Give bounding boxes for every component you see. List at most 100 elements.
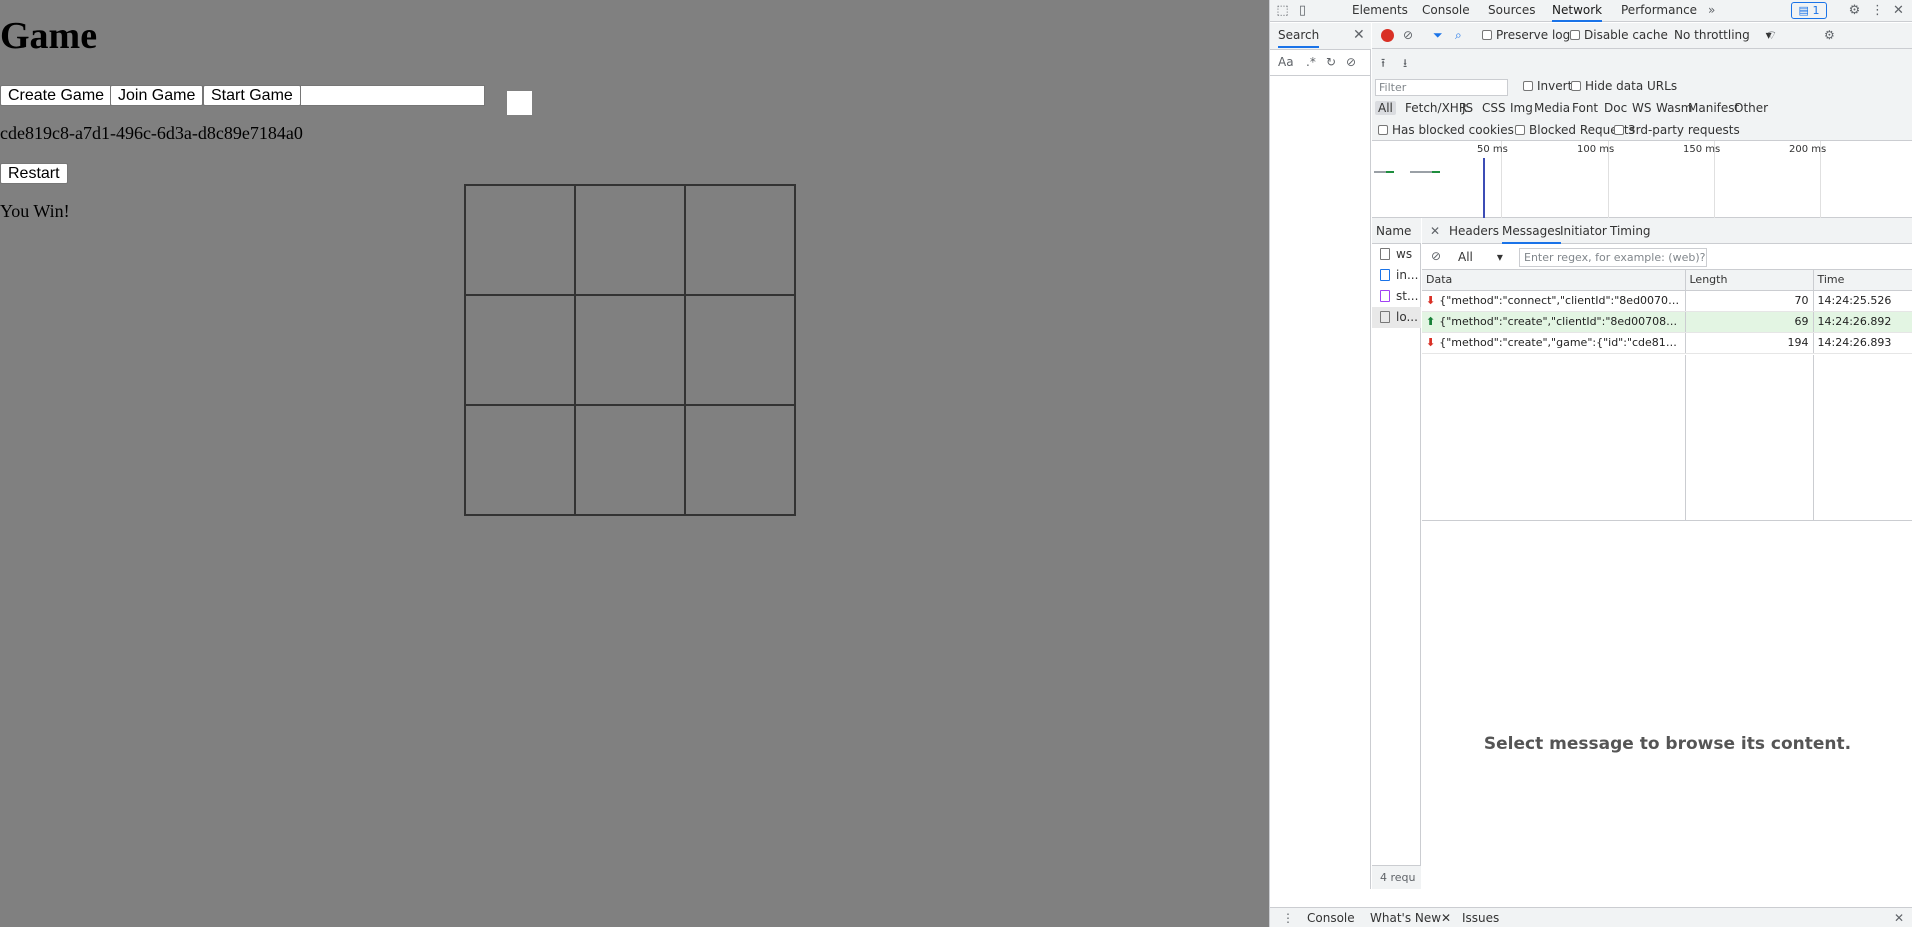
search-icon[interactable]: ⌕ (1455, 28, 1462, 43)
device-toolbar-icon[interactable]: ▯ (1295, 3, 1310, 18)
close-drawer-icon[interactable]: ✕ (1894, 911, 1904, 925)
tab-elements[interactable]: Elements (1352, 0, 1408, 22)
tab-timing[interactable]: Timing (1610, 224, 1651, 238)
message-length: 70 (1685, 290, 1814, 312)
board-cell[interactable] (685, 185, 795, 295)
script-file-icon (1380, 290, 1390, 302)
message-row[interactable]: ⬇ {"method":"create","game":{"id":"cde819… (1422, 332, 1912, 354)
type-font[interactable]: Font (1572, 101, 1598, 115)
third-party-requests-label: 3rd-party requests (1628, 123, 1740, 137)
message-time: 14:24:26.893 (1813, 332, 1912, 354)
message-length: 69 (1685, 311, 1814, 333)
time-column-header[interactable]: Time (1813, 270, 1912, 291)
type-css[interactable]: CSS (1482, 101, 1506, 115)
has-blocked-cookies-label: Has blocked cookies (1392, 123, 1514, 137)
has-blocked-cookies-checkbox[interactable]: Has blocked cookies (1378, 123, 1514, 137)
start-game-button[interactable]: Start Game (203, 85, 301, 106)
join-game-button[interactable]: Join Game (110, 85, 204, 106)
board-cell[interactable] (685, 295, 795, 405)
clear-messages-icon[interactable]: ⊘ (1431, 249, 1441, 263)
message-filter-bar: ⊘ All ▾ Enter regex, for example: (web)?s… (1422, 244, 1912, 281)
chevron-down-icon: ▾ (1496, 250, 1503, 264)
network-settings-icon[interactable]: ⚙ (1824, 28, 1835, 42)
refresh-icon[interactable]: ↻ (1326, 55, 1336, 69)
invert-checkbox[interactable]: Invert (1523, 79, 1572, 93)
disable-cache-checkbox[interactable]: Disable cache (1570, 28, 1668, 42)
game-id-input[interactable] (300, 85, 485, 106)
throttling-select[interactable]: No throttling ▾ (1674, 28, 1772, 42)
board-cell[interactable] (575, 405, 685, 515)
inspect-element-icon[interactable]: ⬚ (1275, 3, 1290, 18)
close-whats-new-icon[interactable]: ✕ (1441, 911, 1451, 925)
board-cell[interactable] (465, 185, 575, 295)
name-column-header[interactable]: Name (1372, 218, 1421, 244)
search-tab[interactable]: Search (1278, 28, 1320, 48)
message-type-select[interactable]: All ▾ (1458, 250, 1503, 264)
message-regex-input[interactable]: Enter regex, for example: (web)?socket (1519, 248, 1707, 281)
board-cell[interactable] (575, 295, 685, 405)
kebab-menu-icon[interactable]: ⋮ (1870, 3, 1885, 18)
board-cell[interactable] (685, 405, 795, 515)
tab-network[interactable]: Network (1552, 0, 1603, 22)
drawer-tab-issues[interactable]: Issues (1462, 911, 1499, 925)
board-cell[interactable] (465, 405, 575, 515)
gear-icon[interactable]: ⚙ (1847, 3, 1862, 18)
type-media[interactable]: Media (1534, 101, 1570, 115)
preserve-log-checkbox[interactable]: Preserve log (1482, 28, 1570, 42)
clear-icon[interactable]: ⊘ (1403, 28, 1413, 42)
tab-headers[interactable]: Headers (1449, 224, 1499, 238)
type-manifest[interactable]: Manifest (1688, 101, 1739, 115)
length-column-header[interactable]: Length (1685, 270, 1814, 291)
type-wasm[interactable]: Wasm (1656, 101, 1692, 115)
request-row[interactable]: in... (1372, 265, 1421, 286)
request-row[interactable]: ws (1372, 244, 1421, 265)
data-column-header[interactable]: Data (1422, 270, 1686, 291)
board-cell[interactable] (575, 185, 685, 295)
record-icon[interactable] (1381, 29, 1394, 42)
match-case-toggle[interactable]: Aa (1278, 55, 1294, 69)
type-fetch-xhr[interactable]: Fetch/XHR (1405, 101, 1467, 115)
request-list: Name ws in... st... lo... 4 requ (1372, 218, 1421, 889)
tab-sources[interactable]: Sources (1488, 0, 1535, 22)
clear-search-icon[interactable]: ⊘ (1346, 55, 1356, 69)
export-har-icon[interactable]: ⭳ (1403, 54, 1407, 75)
throttling-value: No throttling (1674, 28, 1750, 42)
tab-messages[interactable]: Messages (1502, 224, 1561, 244)
tab-initiator[interactable]: Initiator (1560, 224, 1607, 238)
tab-console[interactable]: Console (1422, 0, 1470, 22)
messages-table-empty-area (1422, 355, 1912, 521)
message-row[interactable]: ⬆ {"method":"create","clientId":"8ed00708… (1422, 311, 1912, 333)
message-row[interactable]: ⬇ {"method":"connect","clientId":"8ed0070… (1422, 290, 1912, 312)
issues-badge[interactable]: ▤ 1 (1791, 2, 1827, 19)
drawer-menu-icon[interactable]: ⋮ (1282, 911, 1294, 925)
message-data: {"method":"create","game":{"id":"cde819c… (1439, 336, 1685, 349)
type-doc[interactable]: Doc (1604, 101, 1627, 115)
board-cell[interactable] (465, 295, 575, 405)
tab-performance[interactable]: Performance (1621, 0, 1697, 22)
third-party-requests-checkbox[interactable]: 3rd-party requests (1614, 123, 1740, 137)
request-row-selected[interactable]: lo... (1372, 307, 1421, 328)
hide-data-urls-checkbox[interactable]: Hide data URLs (1571, 79, 1677, 93)
regex-toggle[interactable]: .* (1306, 55, 1316, 69)
overview-bar (1432, 171, 1440, 173)
drawer-tab-whats-new[interactable]: What's New (1370, 911, 1441, 925)
column-divider (1813, 355, 1814, 521)
drawer-tab-console[interactable]: Console (1307, 911, 1355, 925)
more-tabs-icon[interactable]: » (1708, 0, 1715, 22)
blocked-filters: Has blocked cookies Blocked Requests 3rd… (1372, 119, 1912, 141)
close-devtools-icon[interactable]: ✕ (1891, 3, 1906, 18)
close-detail-icon[interactable]: ✕ (1430, 224, 1440, 238)
filter-input[interactable]: Filter (1375, 79, 1508, 96)
type-other[interactable]: Other (1734, 101, 1768, 115)
type-js[interactable]: JS (1462, 101, 1473, 115)
network-conditions-icon[interactable]: ⌔ (1766, 28, 1777, 43)
type-all[interactable]: All (1375, 101, 1396, 115)
filter-icon[interactable]: ⏷ (1433, 28, 1443, 43)
type-ws[interactable]: WS (1632, 101, 1651, 115)
close-search-icon[interactable]: ✕ (1353, 27, 1365, 43)
type-img[interactable]: Img (1510, 101, 1533, 115)
create-game-button[interactable]: Create Game (0, 85, 113, 106)
request-row[interactable]: st... (1372, 286, 1421, 307)
import-har-icon[interactable]: ⭱ (1381, 54, 1385, 75)
restart-button[interactable]: Restart (0, 163, 68, 184)
